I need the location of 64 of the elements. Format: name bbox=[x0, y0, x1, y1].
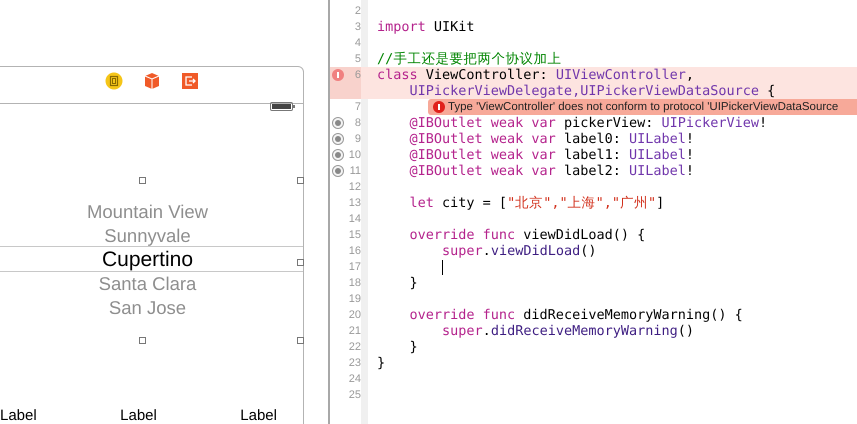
code-line: @IBOutlet weak var label0: UILabel! bbox=[408, 131, 694, 147]
code-line: //手工还是要把两个协议加上 bbox=[377, 51, 562, 67]
outlet-connection-icon[interactable] bbox=[332, 149, 344, 161]
cube-icon[interactable] bbox=[143, 72, 161, 90]
code-line: super.didReceiveMemoryWarning() bbox=[441, 323, 694, 339]
line-number: 20 bbox=[348, 308, 361, 323]
line-number: 6 bbox=[354, 68, 361, 83]
line-number: 19 bbox=[348, 292, 361, 307]
line-number: 25 bbox=[348, 388, 361, 403]
error-icon bbox=[433, 101, 445, 113]
battery-icon bbox=[270, 102, 295, 111]
line-number: 21 bbox=[348, 324, 361, 339]
line-number: 23 bbox=[348, 356, 361, 371]
error-message: Type 'ViewController' does not conform to protocol 'UIPickerViewDataSource bbox=[428, 99, 857, 115]
line-number: 22 bbox=[348, 340, 361, 355]
line-number: 15 bbox=[348, 228, 361, 243]
error-marker-icon[interactable] bbox=[332, 69, 344, 81]
code-line: override func viewDidLoad() { bbox=[408, 227, 646, 243]
code-line: @IBOutlet weak var pickerView: UIPickerView! bbox=[408, 115, 768, 131]
resize-handle[interactable] bbox=[297, 177, 304, 184]
resize-handle[interactable] bbox=[297, 337, 304, 344]
line-number: 24 bbox=[348, 372, 361, 387]
line-number: 18 bbox=[348, 276, 361, 291]
line-number: 11 bbox=[350, 164, 361, 179]
line-number: 3 bbox=[354, 20, 361, 35]
code-line: class ViewController: UIViewController, bbox=[377, 67, 694, 83]
code-line: super.viewDidLoad() bbox=[441, 243, 596, 259]
resize-handle[interactable] bbox=[297, 259, 304, 266]
resize-handle[interactable] bbox=[139, 177, 146, 184]
line-number: 8 bbox=[354, 116, 361, 131]
picker-item[interactable]: Cupertino bbox=[102, 248, 194, 272]
code-line: @IBOutlet weak var label2: UILabel! bbox=[408, 163, 694, 179]
exit-icon[interactable] bbox=[181, 72, 199, 90]
line-number: 7 bbox=[354, 100, 361, 115]
outlet-connection-icon[interactable] bbox=[332, 133, 344, 145]
label-text: Label bbox=[0, 407, 37, 424]
resize-handle[interactable] bbox=[139, 337, 146, 344]
code-line: } bbox=[408, 339, 418, 355]
line-number: 10 bbox=[348, 148, 361, 163]
line-number: 4 bbox=[354, 36, 361, 51]
picker-item[interactable]: San Jose bbox=[108, 296, 186, 320]
label-text: Label bbox=[120, 407, 157, 424]
code-line: UIPickerViewDelegate,UIPickerViewDataSource { bbox=[408, 83, 776, 99]
code-line: } bbox=[408, 275, 418, 291]
picker-item[interactable]: Mountain View bbox=[86, 200, 208, 224]
code-line: let city = ["北京","上海","广州"] bbox=[408, 195, 664, 211]
label-text: Label bbox=[240, 407, 277, 424]
line-number: 5 bbox=[354, 52, 361, 67]
code-line: @IBOutlet weak var label1: UILabel! bbox=[408, 147, 694, 163]
line-number: 14 bbox=[348, 212, 361, 227]
line-number: 13 bbox=[348, 196, 361, 211]
line-number: 2 bbox=[354, 4, 361, 19]
line-number: 9 bbox=[354, 132, 361, 147]
code-line: import UIKit bbox=[377, 19, 475, 35]
controller-icon[interactable] bbox=[105, 72, 123, 90]
outlet-connection-icon[interactable] bbox=[332, 117, 344, 129]
line-number: 16 bbox=[348, 244, 361, 259]
code-line: } bbox=[377, 355, 386, 371]
outlet-connection-icon[interactable] bbox=[332, 165, 344, 177]
line-number: 17 bbox=[348, 260, 361, 275]
code-line: override func didReceiveMemoryWarning() { bbox=[408, 307, 743, 323]
line-number: 12 bbox=[348, 180, 361, 195]
picker-item[interactable]: Santa Clara bbox=[98, 272, 196, 296]
picker-item[interactable]: Sunnyvale bbox=[104, 224, 191, 248]
